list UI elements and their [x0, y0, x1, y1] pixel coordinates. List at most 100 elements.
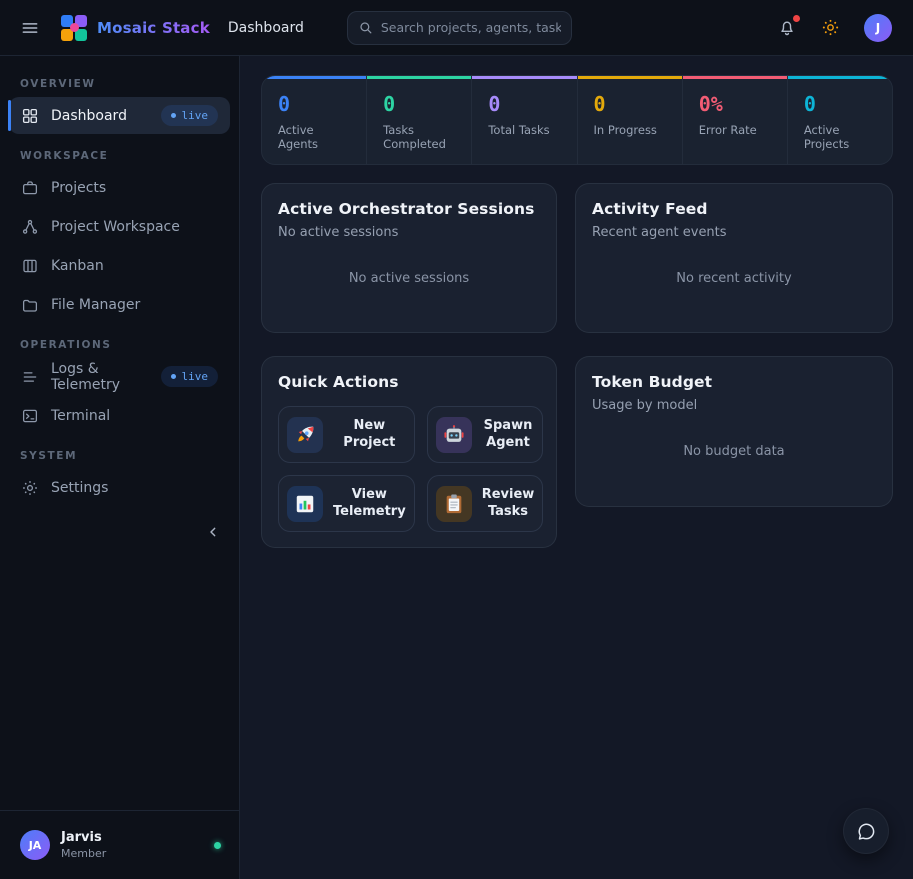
clipboard-icon	[436, 486, 472, 522]
sidebar-collapse-button[interactable]	[205, 524, 221, 540]
stat-value: 0	[488, 92, 560, 116]
chat-fab-button[interactable]	[843, 808, 889, 854]
rocket-icon	[287, 417, 323, 453]
sidebar-item-projects[interactable]: Projects	[9, 169, 230, 206]
folder-icon	[21, 296, 39, 314]
gear-icon	[21, 479, 39, 497]
activity-feed-card: Activity Feed Recent agent events No rec…	[575, 183, 893, 333]
card-title: Active Orchestrator Sessions	[278, 200, 540, 218]
card-subtitle: Recent agent events	[592, 225, 876, 240]
notifications-button[interactable]	[777, 18, 797, 38]
live-badge: live	[161, 105, 219, 126]
quick-action-label: Spawn Agent	[482, 418, 535, 452]
online-status-dot	[214, 842, 221, 849]
sidebar-item-label: Projects	[51, 180, 106, 196]
header-actions: J	[777, 14, 892, 42]
robot-icon	[436, 417, 472, 453]
sidebar-item-label: Terminal	[51, 408, 110, 424]
stat-card-error-rate: 0% Error Rate	[683, 76, 787, 164]
terminal-icon	[21, 407, 39, 425]
stat-card-active-agents: 0 Active Agents	[262, 76, 366, 164]
user-avatar[interactable]: J	[864, 14, 892, 42]
stat-value: 0	[804, 92, 876, 116]
stat-card-total-tasks: 0 Total Tasks	[472, 76, 576, 164]
token-budget-card: Token Budget Usage by model No budget da…	[575, 356, 893, 507]
active-sessions-card: Active Orchestrator Sessions No active s…	[261, 183, 557, 333]
user-name: Jarvis	[61, 830, 106, 845]
stat-card-in-progress: 0 In Progress	[578, 76, 682, 164]
stat-label: Tasks Completed	[383, 123, 455, 151]
sidebar-item-dashboard[interactable]: Dashboard live	[9, 97, 230, 134]
section-label-system: SYSTEM	[20, 450, 219, 462]
sidebar-user-section[interactable]: JA Jarvis Member	[0, 810, 239, 879]
new-project-button[interactable]: New Project	[278, 406, 415, 463]
section-label-overview: OVERVIEW	[20, 78, 219, 90]
main-content: 0 Active Agents 0 Tasks Completed 0 Tota…	[240, 56, 913, 879]
user-role: Member	[61, 847, 106, 860]
logo-center-dot	[70, 23, 79, 32]
sun-icon	[821, 18, 840, 37]
stat-value: 0	[594, 92, 666, 116]
stat-card-active-projects: 0 Active Projects	[788, 76, 892, 164]
user-avatar-initials: JA	[20, 830, 50, 860]
theme-toggle-button[interactable]	[821, 18, 840, 37]
card-title: Quick Actions	[278, 373, 540, 391]
cards-grid: Active Orchestrator Sessions No active s…	[261, 183, 893, 548]
stats-row: 0 Active Agents 0 Tasks Completed 0 Tota…	[261, 75, 893, 165]
empty-state-text: No active sessions	[278, 240, 540, 316]
sidebar-item-terminal[interactable]: Terminal	[9, 397, 230, 434]
brand-name: Mosaic Stack	[97, 19, 210, 37]
log-lines-icon	[21, 368, 39, 386]
sidebar-item-settings[interactable]: Settings	[9, 469, 230, 506]
card-subtitle: Usage by model	[592, 398, 876, 413]
live-dot-icon	[171, 374, 176, 379]
review-tasks-button[interactable]: Review Tasks	[427, 475, 544, 532]
stat-value: 0	[278, 92, 350, 116]
live-dot-icon	[171, 113, 176, 118]
sidebar-item-label: Dashboard	[51, 108, 127, 124]
quick-action-label: Review Tasks	[482, 487, 535, 521]
live-badge: live	[161, 366, 219, 387]
search-icon	[358, 20, 373, 35]
sidebar-item-label: Project Workspace	[51, 219, 180, 235]
sidebar-item-label: Logs & Telemetry	[51, 361, 149, 393]
quick-action-label: New Project	[333, 418, 406, 452]
card-title: Token Budget	[592, 373, 876, 391]
section-label-operations: OPERATIONS	[20, 339, 219, 351]
stat-label: Total Tasks	[488, 123, 560, 137]
empty-state-text: No recent activity	[592, 240, 876, 316]
stat-value: 0	[383, 92, 455, 116]
notification-badge-dot	[793, 15, 800, 22]
sidebar-item-project-workspace[interactable]: Project Workspace	[9, 208, 230, 245]
sidebar-item-kanban[interactable]: Kanban	[9, 247, 230, 284]
sidebar-item-label: Kanban	[51, 258, 104, 274]
stat-label: In Progress	[594, 123, 666, 137]
view-telemetry-button[interactable]: View Telemetry	[278, 475, 415, 532]
kanban-columns-icon	[21, 257, 39, 275]
quick-action-label: View Telemetry	[333, 487, 406, 521]
stat-label: Active Agents	[278, 123, 350, 151]
card-title: Activity Feed	[592, 200, 876, 218]
stat-label: Active Projects	[804, 123, 876, 151]
hamburger-menu-button[interactable]	[20, 18, 40, 38]
chat-bubble-icon	[856, 821, 877, 842]
search-bar[interactable]	[347, 11, 572, 45]
sidebar-item-file-manager[interactable]: File Manager	[9, 286, 230, 323]
briefcase-icon	[21, 179, 39, 197]
sidebar-item-logs-telemetry[interactable]: Logs & Telemetry live	[9, 358, 230, 395]
org-nodes-icon	[21, 218, 39, 236]
quick-actions-grid: New Project Spawn Agent View Telemetry	[278, 406, 540, 532]
stat-value: 0%	[699, 92, 771, 116]
search-input[interactable]	[381, 20, 561, 35]
spawn-agent-button[interactable]: Spawn Agent	[427, 406, 544, 463]
page-title: Dashboard	[228, 20, 304, 36]
bar-chart-icon	[287, 486, 323, 522]
mosaic-logo-icon[interactable]	[61, 15, 87, 41]
sidebar: OVERVIEW Dashboard live WORKSPACE Projec…	[0, 56, 240, 879]
card-subtitle: No active sessions	[278, 225, 540, 240]
stat-card-tasks-completed: 0 Tasks Completed	[367, 76, 471, 164]
sidebar-item-label: Settings	[51, 480, 108, 496]
sidebar-item-label: File Manager	[51, 297, 140, 313]
app-header: Mosaic Stack Dashboard J	[0, 0, 913, 56]
dashboard-grid-icon	[21, 107, 39, 125]
